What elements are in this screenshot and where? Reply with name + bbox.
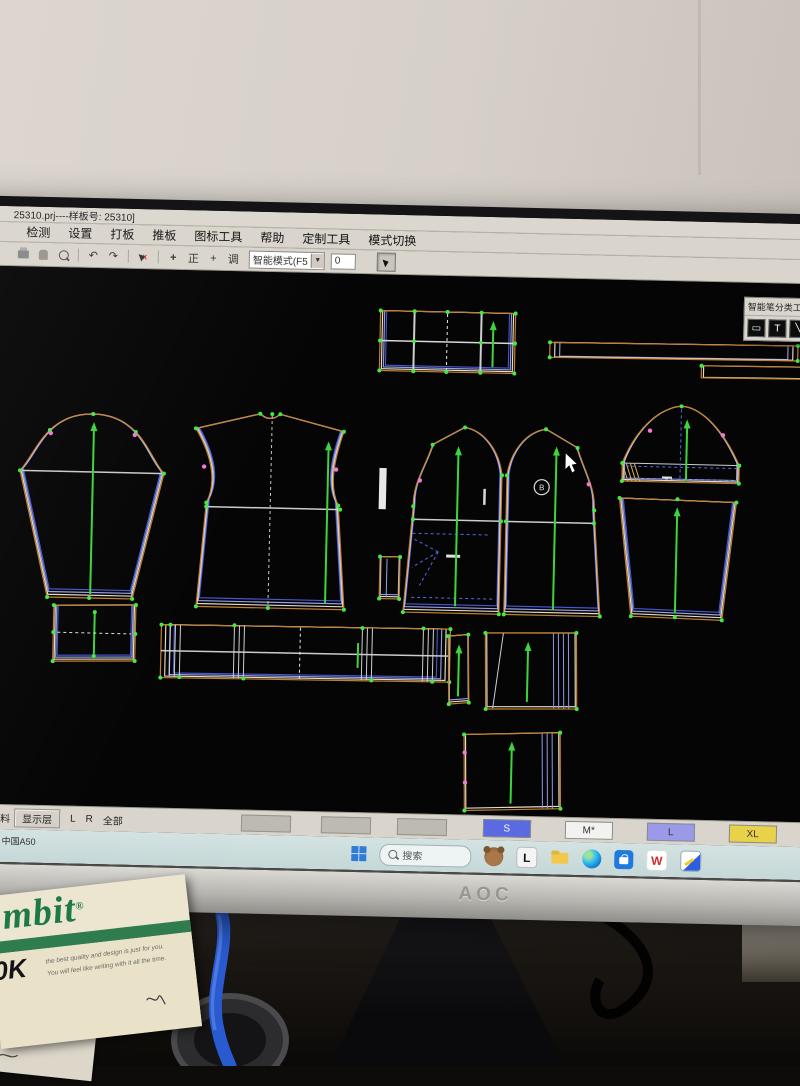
size-chip-S[interactable]: S bbox=[483, 819, 531, 838]
piece-side-panel[interactable] bbox=[482, 629, 581, 713]
svg-text:B: B bbox=[539, 483, 545, 492]
grade-icon[interactable]: 正 bbox=[185, 249, 202, 266]
toolbar-separator bbox=[158, 250, 159, 263]
smart-pen-tool-1[interactable]: ▭ bbox=[747, 319, 765, 337]
adjust-icon[interactable]: 调 bbox=[225, 250, 242, 267]
piece-narrow-strip[interactable] bbox=[445, 632, 473, 707]
piece-strip-top-2[interactable] bbox=[699, 363, 800, 381]
wall-seam bbox=[698, 0, 701, 175]
status-blank-button[interactable] bbox=[397, 817, 447, 835]
pattern-canvas-svg: B bbox=[0, 265, 800, 823]
mouse-cursor bbox=[565, 453, 577, 473]
toolbar-separator bbox=[128, 250, 129, 263]
smart-pen-panel-buttons: ▭T╲◪ bbox=[744, 316, 800, 343]
menu-item-2[interactable]: 设置 bbox=[59, 224, 101, 242]
mode-select-value: 智能模式(F5 bbox=[253, 252, 308, 268]
undo-icon[interactable]: ↶ bbox=[85, 247, 102, 264]
l-app-icon[interactable]: L bbox=[516, 847, 537, 868]
size-chips: S M* L XL bbox=[483, 819, 777, 844]
value-field[interactable]: 0 bbox=[331, 253, 356, 270]
edge-browser-icon[interactable] bbox=[582, 849, 601, 868]
wps-icon[interactable]: W bbox=[646, 850, 667, 871]
piece-cuff[interactable] bbox=[51, 601, 138, 665]
box-registered-mark: ® bbox=[75, 900, 86, 913]
windows-start-icon[interactable] bbox=[351, 846, 366, 861]
cad-app-icon[interactable] bbox=[680, 850, 701, 871]
box-ok-text: 0K bbox=[0, 953, 28, 988]
size-chip-M*[interactable]: M* bbox=[565, 821, 613, 840]
piece-front-bodice-right[interactable] bbox=[502, 426, 606, 618]
monitor: 25310.prj----样板号: 25310] 检测设置打板推板图标工具帮助定… bbox=[0, 195, 800, 927]
delete-cursor-icon[interactable]: x bbox=[135, 248, 152, 265]
move-icon[interactable]: + bbox=[165, 249, 182, 266]
search-placeholder: 搜索 bbox=[402, 847, 422, 862]
photo-of-monitor: { "window": { "title": "25310.prj----样板号… bbox=[0, 0, 800, 1066]
pattern-canvas[interactable]: B 智能笔分类工具 ▭T╲◪ bbox=[0, 265, 800, 823]
status-blank-button[interactable] bbox=[241, 814, 291, 832]
print-icon[interactable] bbox=[15, 245, 32, 262]
window-title: 25310.prj----样板号: 25310] bbox=[14, 206, 135, 224]
menu-item-5[interactable]: 图标工具 bbox=[185, 227, 251, 245]
redo-icon[interactable]: ↷ bbox=[105, 247, 122, 264]
piece-sleeve-lower-right[interactable] bbox=[615, 496, 739, 623]
plus-icon[interactable]: + bbox=[205, 249, 222, 266]
pan-hand-icon[interactable] bbox=[35, 246, 52, 263]
box-brand-text: mbit bbox=[0, 888, 78, 938]
stationery-box: mbit® 0K the best quality and design is … bbox=[0, 874, 202, 1048]
piece-strip-top[interactable] bbox=[548, 338, 800, 365]
menu-item-3[interactable]: 打板 bbox=[101, 225, 143, 243]
piece-back-bodice[interactable] bbox=[190, 410, 350, 611]
bear-app-icon[interactable] bbox=[484, 847, 503, 866]
layer-button[interactable]: 显示层 bbox=[14, 808, 60, 828]
zoom-icon[interactable] bbox=[55, 246, 72, 263]
file-explorer-icon[interactable] bbox=[550, 848, 569, 867]
smart-pen-tool-button[interactable] bbox=[377, 252, 396, 271]
stock-widget[interactable]: 中国A50 bbox=[1, 834, 35, 848]
piece-small-bar[interactable] bbox=[379, 469, 386, 509]
piece-sleeve-cap-right[interactable] bbox=[620, 403, 743, 486]
all-toggle[interactable]: 全部 bbox=[103, 812, 123, 827]
left-toggle[interactable]: L bbox=[70, 813, 76, 824]
toolbar-separator bbox=[78, 249, 79, 262]
piece-pocket-square[interactable] bbox=[460, 728, 564, 814]
piece-sleeve-left[interactable] bbox=[15, 410, 167, 601]
status-blank-button[interactable] bbox=[321, 816, 371, 834]
search-icon bbox=[388, 850, 397, 859]
microsoft-store-icon[interactable] bbox=[614, 850, 633, 869]
mode-select[interactable]: 智能模式(F5 ▼ bbox=[249, 250, 325, 270]
right-toggle[interactable]: R bbox=[86, 813, 93, 824]
piece-collar-band[interactable] bbox=[377, 308, 517, 375]
chevron-down-icon[interactable]: ▼ bbox=[311, 253, 324, 267]
screen: 25310.prj----样板号: 25310] 检测设置打板推板图标工具帮助定… bbox=[0, 205, 800, 881]
tool-badge: B bbox=[534, 480, 549, 495]
menu-item-8[interactable]: 模式切换 bbox=[359, 231, 425, 249]
monitor-brand-logo: AOC bbox=[458, 883, 513, 906]
size-chip-L[interactable]: L bbox=[647, 823, 695, 842]
piece-long-band[interactable] bbox=[158, 621, 452, 687]
menu-item-1[interactable]: 检测 bbox=[17, 223, 59, 241]
menu-item-6[interactable]: 帮助 bbox=[251, 229, 293, 247]
smart-pen-panel: 智能笔分类工具 ▭T╲◪ bbox=[743, 297, 800, 344]
taskbar-search[interactable]: 搜索 bbox=[379, 843, 471, 867]
piece-mini-panel[interactable] bbox=[377, 555, 402, 602]
menu-item-7[interactable]: 定制工具 bbox=[293, 230, 359, 248]
material-label: 料 bbox=[0, 809, 10, 824]
menu-item-4[interactable]: 推板 bbox=[143, 226, 185, 244]
smart-pen-tool-2[interactable]: T bbox=[768, 319, 786, 337]
smart-pen-tool-3[interactable]: ╲ bbox=[789, 320, 800, 338]
size-chip-XL[interactable]: XL bbox=[728, 825, 776, 844]
piece-front-bodice-left[interactable] bbox=[401, 424, 505, 616]
